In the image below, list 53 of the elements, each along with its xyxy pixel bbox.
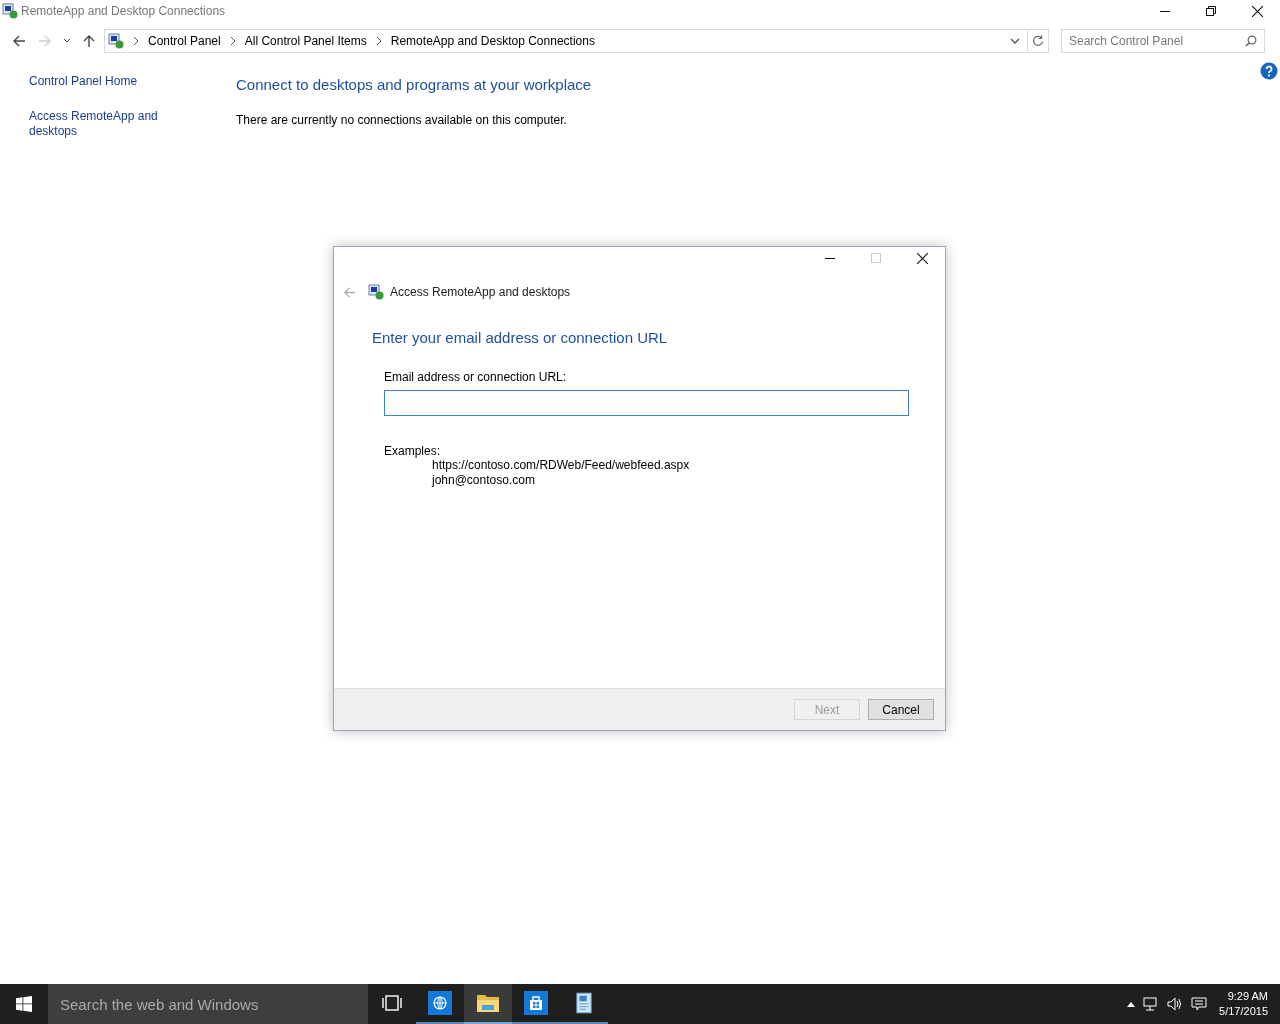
- caret-icon: [63, 38, 71, 44]
- folder-app-button[interactable]: [464, 984, 512, 1024]
- up-arrow-icon: [82, 34, 96, 48]
- sidebar-link[interactable]: Access RemoteApp and desktops: [29, 109, 174, 139]
- search-icon: [1245, 35, 1257, 47]
- windows-logo-icon: [16, 996, 32, 1012]
- dropdown-caret-icon[interactable]: [1010, 38, 1020, 44]
- close-icon: [916, 252, 928, 264]
- taskbar-search-field[interactable]: Search the web and Windows: [48, 984, 368, 1024]
- page-heading: Connect to desktops and programs at your workplace: [236, 76, 592, 93]
- shopping-bag-icon: [524, 991, 548, 1015]
- close-icon: [1251, 5, 1263, 17]
- cancel-button[interactable]: Cancel: [868, 699, 934, 720]
- remote-desktop-icon: [368, 284, 384, 300]
- document-icon: [575, 992, 593, 1014]
- window-title: RemoteApp and Desktop Connections: [21, 4, 226, 18]
- remote-desktop-icon: [2, 3, 18, 19]
- remote-desktop-icon: [108, 33, 124, 49]
- examples-label: Examples:: [384, 444, 442, 458]
- search-field[interactable]: Search Control Panel: [1061, 29, 1265, 53]
- notification-icon[interactable]: [1191, 996, 1208, 1012]
- refresh-icon: [1032, 35, 1044, 47]
- folder-icon: [476, 992, 500, 1014]
- minimize-icon: [1160, 10, 1170, 12]
- task-view-icon: [382, 995, 402, 1011]
- speaker-icon[interactable]: [1167, 996, 1184, 1012]
- url-input-field[interactable]: [384, 390, 909, 416]
- dialog-heading: Enter your email address or connection URL: [372, 329, 669, 346]
- restore-icon: [1206, 6, 1216, 16]
- field-label: Email address or connection URL:: [384, 370, 568, 384]
- example-text: https://contoso.com/RDWeb/Feed/webfeed.aspx: [432, 458, 691, 473]
- network-icon[interactable]: [1143, 996, 1160, 1012]
- chevron-icon: [375, 37, 382, 45]
- example-text: john@contoso.com: [432, 473, 536, 488]
- minimize-icon: [825, 257, 835, 259]
- caret-up-icon[interactable]: [1127, 1001, 1136, 1007]
- chevron-icon: [133, 37, 139, 45]
- address-bar[interactable]: Control Panel All Control Panel Items RemoteApp and Desktop Connections: [104, 29, 1049, 53]
- right-arrow-icon: [38, 34, 52, 48]
- sidebar-link[interactable]: Control Panel Home: [29, 74, 174, 89]
- left-arrow-icon: [12, 34, 26, 48]
- breadcrumb-item[interactable]: All Control Panel Items: [244, 34, 367, 48]
- globe-icon: [428, 991, 452, 1015]
- clock-time[interactable]: 9:29 AM: [1227, 989, 1268, 1004]
- dialog-title: Access RemoteApp and desktops: [390, 285, 571, 299]
- maximize-icon: [871, 253, 881, 263]
- status-message: There are currently no connections available on this computer.: [236, 113, 568, 127]
- breadcrumb-item[interactable]: RemoteApp and Desktop Connections: [390, 34, 595, 48]
- breadcrumb-item[interactable]: Control Panel: [148, 34, 221, 48]
- clock-date[interactable]: 5/17/2015: [1219, 1004, 1268, 1019]
- chevron-icon: [229, 37, 236, 45]
- left-arrow-icon: [342, 285, 356, 299]
- help-icon[interactable]: [1260, 62, 1278, 80]
